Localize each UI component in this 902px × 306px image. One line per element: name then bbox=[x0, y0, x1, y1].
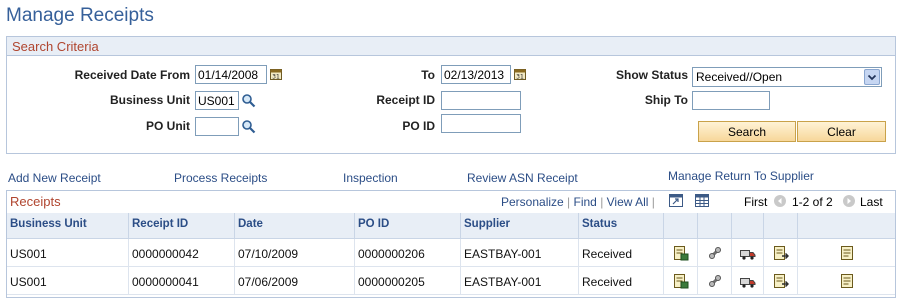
search-criteria-panel: Search Criteria Received Date From 31 To… bbox=[6, 36, 896, 154]
column-header-date[interactable]: Date bbox=[235, 213, 355, 239]
page-range: 1-2 of 2 bbox=[792, 195, 833, 209]
business-unit-label: Business Unit bbox=[109, 93, 190, 107]
receipt-id-input[interactable] bbox=[441, 91, 521, 110]
cell-receipt-id: 0000000042 bbox=[129, 239, 235, 267]
column-header-business-unit[interactable]: Business Unit bbox=[7, 213, 129, 239]
cell-supplier: EASTBAY-001 bbox=[461, 239, 579, 267]
inspection-link[interactable]: Inspection bbox=[343, 171, 398, 185]
svg-text:31: 31 bbox=[516, 74, 524, 81]
column-header-status[interactable]: Status bbox=[579, 213, 664, 239]
svg-text:31: 31 bbox=[272, 74, 280, 81]
inspection-icon[interactable] bbox=[707, 245, 723, 261]
inspection-icon[interactable] bbox=[707, 273, 723, 289]
column-header-po-id[interactable]: PO ID bbox=[355, 213, 461, 239]
show-status-select[interactable]: Received//Open bbox=[692, 67, 882, 87]
process-receipts-link[interactable]: Process Receipts bbox=[174, 171, 267, 185]
next-icon[interactable] bbox=[842, 194, 856, 211]
last-link[interactable]: Last bbox=[860, 195, 883, 209]
column-header-receipt-id[interactable]: Receipt ID bbox=[129, 213, 235, 239]
personalize-link[interactable]: Personalize bbox=[501, 195, 564, 209]
clear-button[interactable]: Clear bbox=[797, 121, 886, 142]
show-status-label: Show Status bbox=[615, 68, 688, 82]
notes-icon[interactable] bbox=[839, 245, 855, 261]
received-date-from-label: Received Date From bbox=[74, 68, 190, 82]
po-unit-input[interactable] bbox=[195, 117, 239, 136]
cell-business-unit: US001 bbox=[7, 267, 129, 295]
receipt-details-icon[interactable] bbox=[673, 273, 689, 289]
new-window-icon[interactable] bbox=[669, 194, 683, 210]
column-header-action-1 bbox=[664, 213, 698, 239]
grid-toolbar: Personalize | Find | View All | bbox=[501, 195, 655, 209]
find-link[interactable]: Find bbox=[574, 195, 597, 209]
to-date-label: To bbox=[421, 68, 435, 82]
column-header-action-2 bbox=[698, 213, 732, 239]
column-header-action-3 bbox=[732, 213, 764, 239]
previous-icon[interactable] bbox=[773, 194, 787, 211]
cell-status: Received bbox=[579, 267, 664, 295]
cell-supplier: EASTBAY-001 bbox=[461, 267, 579, 295]
lookup-search-icon[interactable] bbox=[241, 93, 256, 108]
review-asn-receipt-link[interactable]: Review ASN Receipt bbox=[467, 171, 578, 185]
ship-to-label: Ship To bbox=[644, 93, 688, 107]
column-header-supplier[interactable]: Supplier bbox=[461, 213, 579, 239]
add-new-receipt-link[interactable]: Add New Receipt bbox=[8, 171, 101, 185]
receipts-grid: Receipts Personalize | Find | View All |… bbox=[6, 190, 896, 298]
column-header-action-4 bbox=[764, 213, 798, 239]
cell-date: 07/06/2009 bbox=[235, 267, 355, 295]
lookup-search-icon[interactable] bbox=[241, 119, 256, 134]
return-icon[interactable] bbox=[773, 273, 789, 289]
po-id-input[interactable] bbox=[441, 114, 521, 133]
ship-to-input[interactable] bbox=[692, 91, 770, 110]
manage-return-to-supplier-link[interactable]: Manage Return To Supplier bbox=[668, 169, 814, 183]
po-id-label: PO ID bbox=[402, 119, 435, 133]
page-title: Manage Receipts bbox=[6, 5, 154, 26]
return-icon[interactable] bbox=[773, 245, 789, 261]
search-button[interactable]: Search bbox=[698, 121, 796, 142]
first-link[interactable]: First bbox=[744, 195, 767, 209]
cell-receipt-id: 0000000041 bbox=[129, 267, 235, 295]
search-criteria-header: Search Criteria bbox=[7, 37, 895, 56]
calendar-icon[interactable]: 31 bbox=[270, 68, 284, 82]
po-unit-label: PO Unit bbox=[146, 119, 190, 133]
cell-status: Received bbox=[579, 239, 664, 267]
shipment-truck-icon[interactable] bbox=[739, 245, 756, 261]
cell-po-id: 0000000205 bbox=[355, 267, 461, 295]
notes-icon[interactable] bbox=[839, 273, 855, 289]
cell-po-id: 0000000206 bbox=[355, 239, 461, 267]
to-date-input[interactable] bbox=[441, 65, 511, 84]
view-all-link[interactable]: View All bbox=[607, 195, 649, 209]
shipment-truck-icon[interactable] bbox=[739, 273, 756, 289]
cell-date: 07/10/2009 bbox=[235, 239, 355, 267]
business-unit-input[interactable] bbox=[195, 91, 239, 110]
cell-business-unit: US001 bbox=[7, 239, 129, 267]
receipt-id-label: Receipt ID bbox=[376, 93, 435, 107]
calendar-icon[interactable]: 31 bbox=[514, 68, 528, 82]
show-status-value: Received//Open bbox=[696, 70, 783, 84]
download-grid-icon[interactable] bbox=[695, 194, 709, 210]
chevron-down-icon[interactable] bbox=[864, 69, 880, 85]
received-date-from-input[interactable] bbox=[195, 65, 267, 84]
receipt-details-icon[interactable] bbox=[673, 245, 689, 261]
pagination: First bbox=[744, 195, 767, 209]
column-header-action-5 bbox=[798, 213, 895, 239]
